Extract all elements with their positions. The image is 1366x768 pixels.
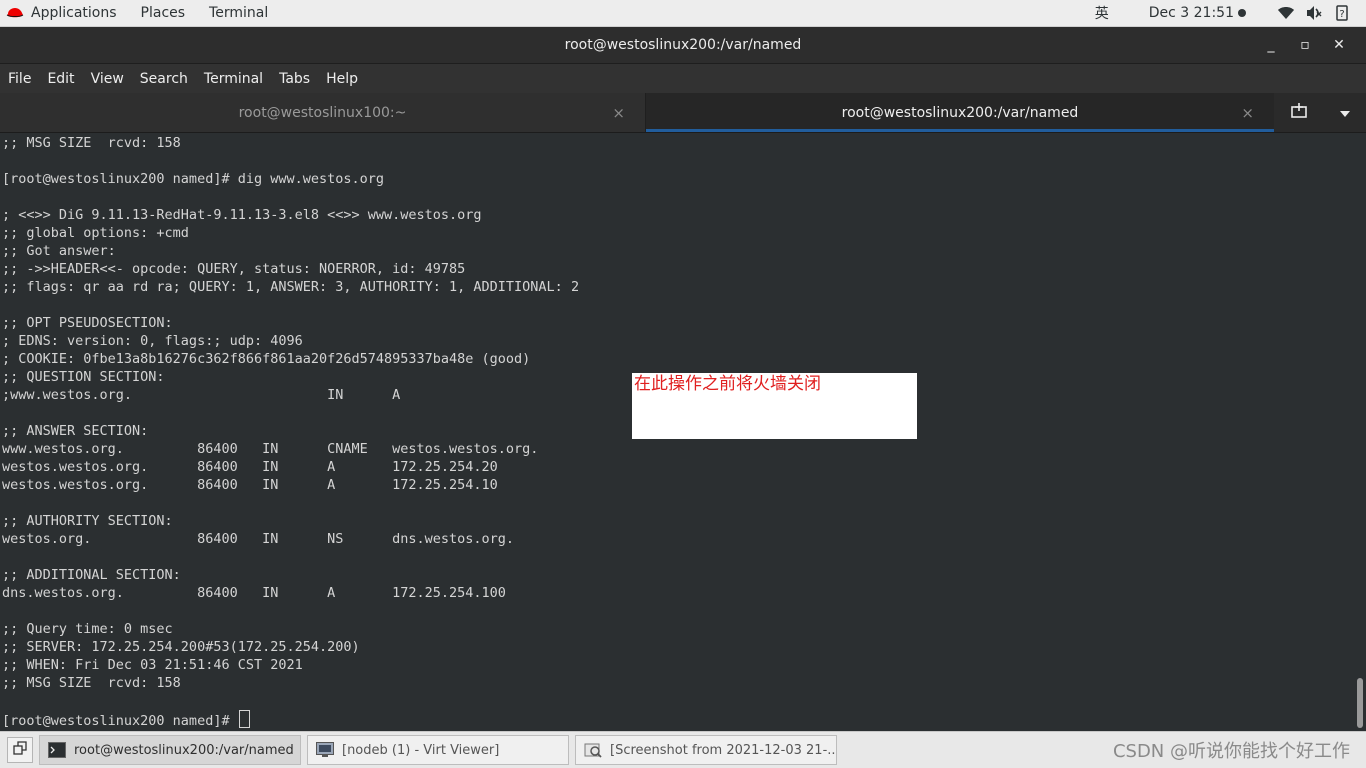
tab-bar: root@westoslinux100:~ × root@westoslinux… — [0, 93, 1366, 133]
image-viewer-icon — [584, 742, 602, 758]
redhat-icon — [6, 7, 24, 19]
terminal-line: ;; MSG SIZE rcvd: 158 — [2, 135, 181, 151]
scrollbar-thumb[interactable] — [1357, 678, 1363, 728]
applications-label: Applications — [31, 5, 117, 21]
task-screenshot[interactable]: [Screenshot from 2021-12-03 21-... — [575, 735, 837, 765]
terminal-line: www.westos.org. 86400 IN CNAME westos.we… — [2, 441, 539, 457]
task-virt-viewer[interactable]: [nodeb (1) - Virt Viewer] — [307, 735, 569, 765]
new-tab-icon[interactable] — [1290, 102, 1308, 123]
clock-text: Dec 3 21:51 — [1148, 5, 1234, 21]
menu-edit[interactable]: Edit — [39, 71, 82, 87]
terminal-line: ; <<>> DiG 9.11.13-RedHat-9.11.13-3.el8 … — [2, 207, 482, 223]
tab-westoslinux100[interactable]: root@westoslinux100:~ × — [0, 93, 646, 132]
applications-menu[interactable]: Applications — [0, 0, 129, 26]
close-button[interactable]: ✕ — [1322, 30, 1356, 60]
terminal-line: westos.westos.org. 86400 IN A 172.25.254… — [2, 459, 498, 475]
maximize-button[interactable]: ▫ — [1288, 30, 1322, 60]
terminal-line: ;; global options: +cmd — [2, 225, 189, 241]
terminal-scrollbar[interactable] — [1356, 134, 1366, 731]
watermark: CSDN @听说你能找个好工作 — [1112, 741, 1350, 762]
terminal-icon — [48, 742, 66, 758]
terminal-line: ;; Got answer: — [2, 243, 116, 259]
power-icon[interactable]: ? — [1333, 4, 1351, 22]
terminal-line: ;; AUTHORITY SECTION: — [2, 513, 173, 529]
top-bar: Applications Places Terminal 英 Dec 3 21:… — [0, 0, 1366, 27]
terminal-line: ;; OPT PSEUDOSECTION: — [2, 315, 173, 331]
tab-close-icon[interactable]: × — [1241, 104, 1254, 122]
terminal-line: westos.org. 86400 IN NS dns.westos.org. — [2, 531, 515, 547]
clock[interactable]: Dec 3 21:51 — [1149, 5, 1246, 21]
terminal-app-menu[interactable]: Terminal — [197, 0, 280, 26]
maximize-icon: ▫ — [1300, 37, 1310, 53]
menu-terminal[interactable]: Terminal — [196, 71, 271, 87]
menu-view[interactable]: View — [83, 71, 132, 87]
window-title: root@westoslinux200:/var/named — [564, 37, 802, 53]
task-terminal[interactable]: root@westoslinux200:/var/named — [39, 735, 301, 765]
task-label: [Screenshot from 2021-12-03 21-... — [610, 742, 837, 758]
volume-icon[interactable] — [1305, 4, 1323, 22]
input-method-indicator[interactable]: 英 — [1095, 3, 1109, 23]
terminal-line: ;; ADDITIONAL SECTION: — [2, 567, 181, 583]
annotation-note: 在此操作之前将火墙关闭 — [632, 373, 917, 439]
task-label: root@westoslinux200:/var/named — [74, 742, 294, 758]
terminal-line: dns.westos.org. 86400 IN A 172.25.254.10… — [2, 585, 506, 601]
terminal-line: ;; ->>HEADER<<- opcode: QUERY, status: N… — [2, 261, 466, 277]
menu-file[interactable]: File — [0, 71, 39, 87]
terminal-line: ;; MSG SIZE rcvd: 158 — [2, 675, 181, 691]
tab-menu-chevron-down-icon[interactable] — [1339, 103, 1351, 122]
terminal-prompt: [root@westoslinux200 named]# — [2, 713, 238, 729]
wifi-icon[interactable] — [1277, 4, 1295, 22]
terminal-line: [root@westoslinux200 named]# dig www.wes… — [2, 171, 385, 187]
places-menu[interactable]: Places — [129, 0, 198, 26]
menu-bar: File Edit View Search Terminal Tabs Help — [0, 64, 1366, 93]
minimize-icon: _ — [1267, 37, 1275, 53]
terminal-line: ;; Query time: 0 msec — [2, 621, 173, 637]
svg-text:?: ? — [1339, 9, 1344, 20]
window-titlebar[interactable]: root@westoslinux200:/var/named _ ▫ ✕ — [0, 27, 1366, 64]
terminal-line: ; COOKIE: 0fbe13a8b16276c362f866f861aa20… — [2, 351, 531, 367]
terminal-line: westos.westos.org. 86400 IN A 172.25.254… — [2, 477, 498, 493]
notification-dot-icon — [1238, 9, 1246, 17]
menu-search[interactable]: Search — [132, 71, 196, 87]
terminal-cursor — [238, 710, 250, 728]
terminal-prompt-line[interactable]: [root@westoslinux200 named]# — [0, 710, 1356, 729]
terminal-line: ;; flags: qr aa rd ra; QUERY: 1, ANSWER:… — [2, 279, 580, 295]
taskbar: root@westoslinux200:/var/named [nodeb (1… — [0, 731, 1366, 768]
show-desktop-icon — [13, 741, 27, 759]
terminal-line: ;; SERVER: 172.25.254.200#53(172.25.254.… — [2, 639, 360, 655]
tab-label: root@westoslinux100:~ — [238, 104, 407, 121]
terminal-line: ; EDNS: version: 0, flags:; udp: 4096 — [2, 333, 303, 349]
tab-close-icon[interactable]: × — [612, 104, 625, 122]
tab-label: root@westoslinux200:/var/named — [841, 104, 1079, 121]
minimize-button[interactable]: _ — [1254, 30, 1288, 60]
tab-westoslinux200[interactable]: root@westoslinux200:/var/named × — [646, 93, 1274, 132]
menu-tabs[interactable]: Tabs — [271, 71, 318, 87]
terminal-line: ;; WHEN: Fri Dec 03 21:51:46 CST 2021 — [2, 657, 303, 673]
task-label: [nodeb (1) - Virt Viewer] — [342, 742, 500, 758]
virt-viewer-icon — [316, 742, 334, 758]
close-icon: ✕ — [1333, 37, 1345, 53]
menu-help[interactable]: Help — [318, 71, 366, 87]
show-desktop-button[interactable] — [7, 737, 33, 763]
